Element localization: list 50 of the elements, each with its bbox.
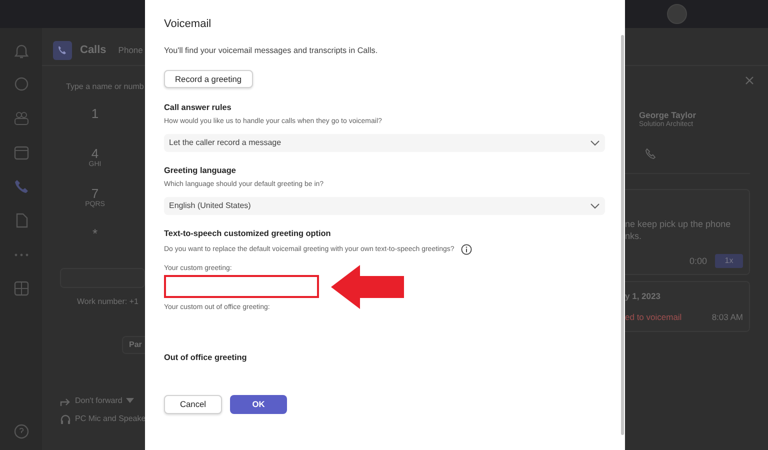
forward-icon — [60, 396, 71, 407]
phone-tab[interactable]: Phone — [118, 45, 143, 56]
dial-key[interactable]: 7 — [91, 186, 99, 202]
calls-title: Calls — [80, 44, 106, 58]
transcript-line: ne keep pick up the phone — [625, 218, 731, 230]
section-heading: Call answer rules — [164, 102, 232, 113]
chevron-down-icon — [590, 140, 600, 146]
call-time: 8:03 AM — [712, 310, 743, 324]
call-status: ed to voicemail — [625, 310, 682, 324]
dropdown[interactable]: Let the caller record a message — [164, 134, 605, 152]
calls-app-icon — [53, 41, 72, 60]
caret-icon[interactable] — [126, 398, 134, 404]
phone-icon[interactable] — [645, 148, 656, 160]
transcript-line: nks. — [625, 230, 642, 242]
headset-icon — [60, 414, 71, 425]
chat-icon[interactable] — [12, 76, 30, 93]
apps-icon[interactable] — [12, 280, 30, 297]
intro-text: You'll find your voicemail messages and transcripts in Calls. — [164, 46, 378, 56]
close-icon[interactable] — [745, 76, 754, 85]
calendar-icon[interactable] — [12, 144, 30, 161]
dialog-title: Voicemail — [164, 17, 212, 31]
help-icon[interactable] — [12, 423, 30, 440]
section-heading: Text-to-speech customized greeting option — [164, 228, 331, 239]
phone-icon[interactable] — [12, 178, 30, 195]
cancel-button[interactable]: Cancel — [164, 395, 222, 414]
chevron-down-icon — [590, 203, 600, 209]
playback-time: 0:00 — [689, 254, 707, 267]
dial-key[interactable]: 1 — [91, 106, 99, 122]
info-icon — [461, 244, 472, 255]
dropdown[interactable]: English (United States) — [164, 197, 605, 215]
forwarding-dropdown[interactable]: Don't forward — [75, 396, 122, 406]
contact-name: George Taylor — [639, 111, 696, 120]
ok-button[interactable]: OK — [230, 395, 287, 414]
number-field[interactable]: Type a name or numb — [66, 82, 144, 92]
audio-device[interactable]: PC Mic and Speake — [75, 414, 145, 424]
input-field[interactable] — [164, 275, 319, 298]
history-date: y 1, 2023 — [625, 290, 660, 303]
record-greeting-button[interactable]: Record a greeting — [164, 70, 253, 88]
avatar[interactable] — [667, 4, 687, 24]
work-number: Work number: +1 — [77, 296, 138, 306]
dial-key[interactable]: 4 — [91, 146, 99, 162]
playback-speed-button[interactable]: 1x — [715, 254, 743, 268]
phone-number-field[interactable] — [60, 268, 145, 288]
dial-key[interactable]: * — [92, 226, 98, 242]
scrollbar[interactable] — [621, 35, 624, 435]
people-icon[interactable] — [12, 110, 30, 127]
section-heading: Greeting language — [164, 165, 236, 176]
bell-icon[interactable] — [12, 42, 30, 59]
park-button[interactable]: Par — [122, 336, 145, 354]
section-heading: Out of office greeting — [164, 352, 247, 363]
